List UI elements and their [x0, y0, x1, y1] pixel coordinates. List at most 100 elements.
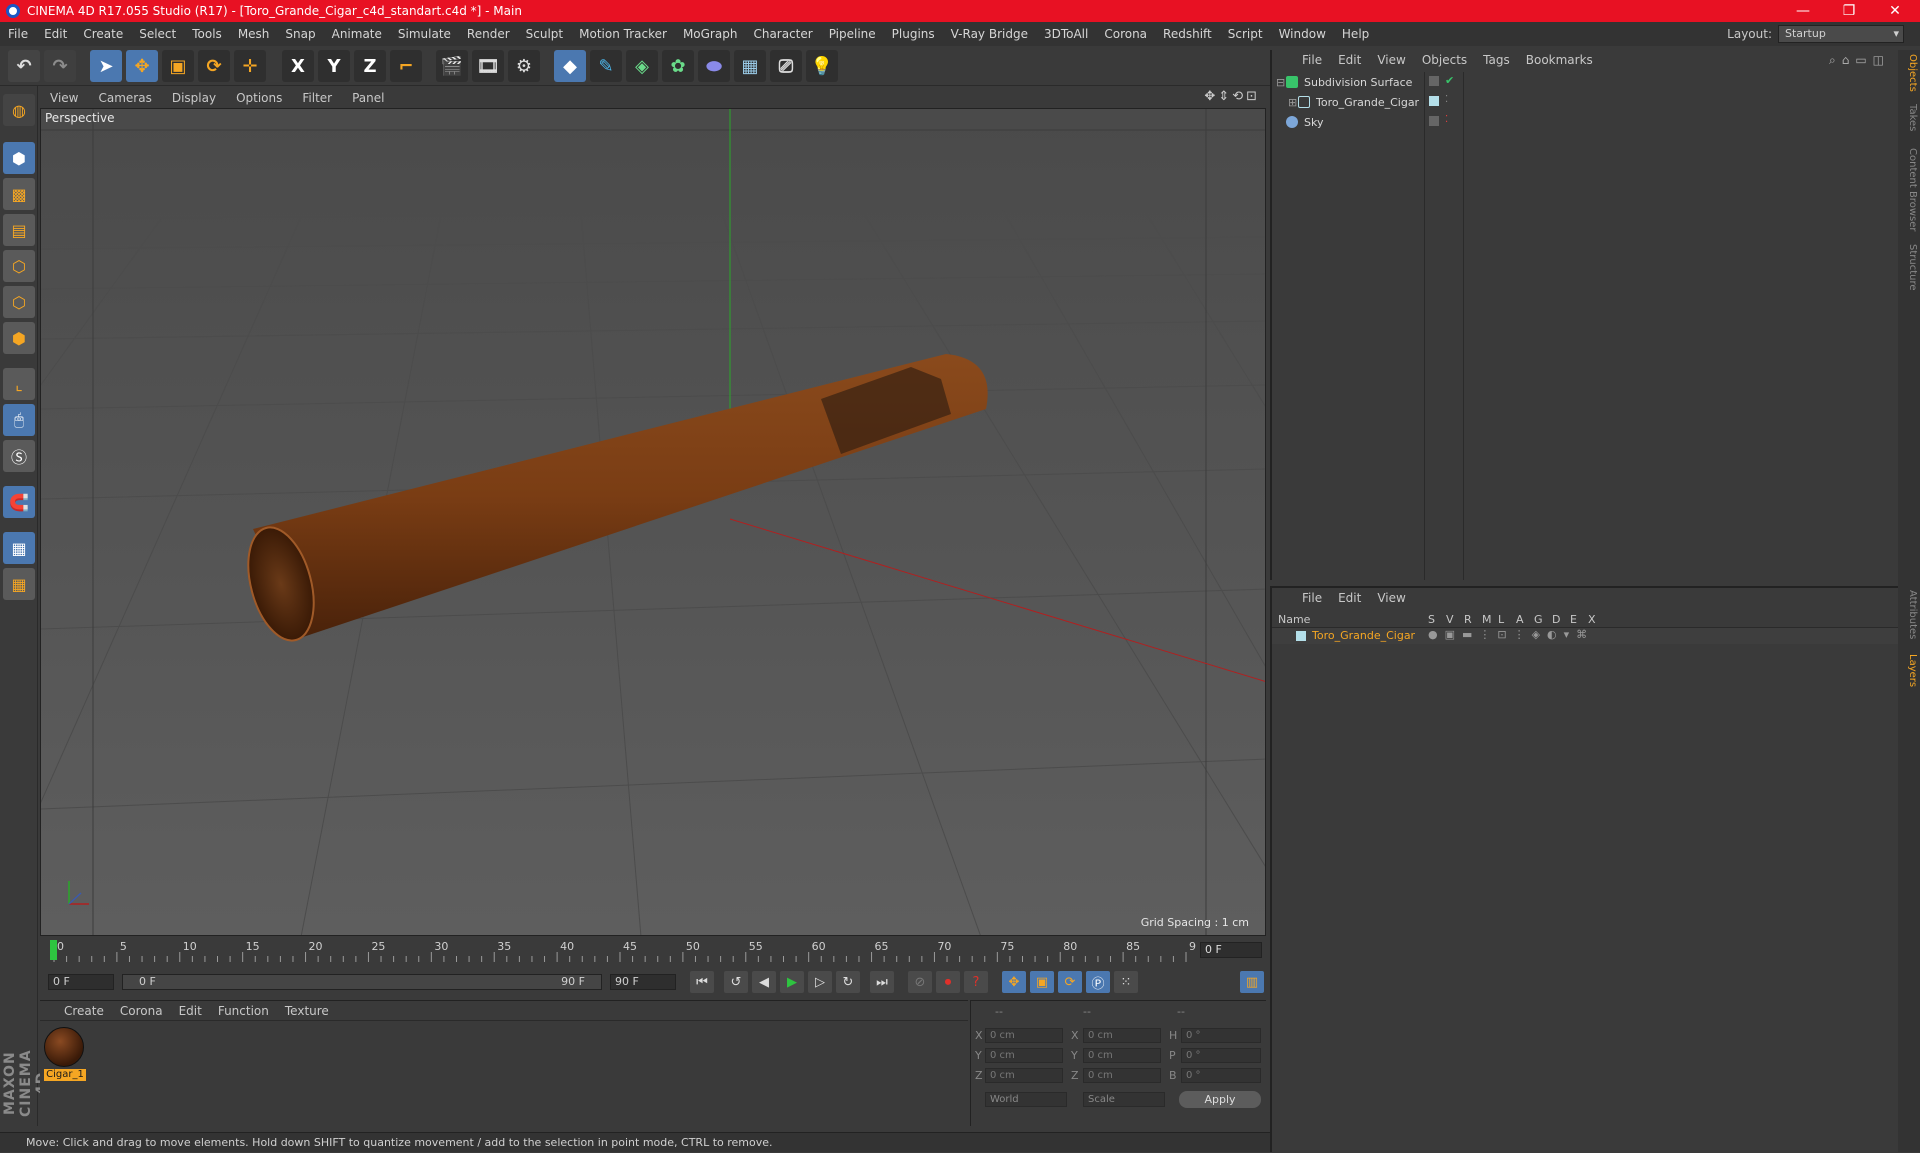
- menu-select[interactable]: Select: [131, 27, 184, 41]
- collapse-icon[interactable]: ⊟: [1276, 76, 1286, 89]
- close-button[interactable]: ✕: [1872, 0, 1918, 22]
- rot-b-field[interactable]: 0 °: [1181, 1068, 1261, 1083]
- object-row[interactable]: ⊞ Toro_Grande_Cigar: [1276, 92, 1424, 112]
- array-icon[interactable]: ✿: [662, 50, 694, 82]
- render-view-icon[interactable]: 🎬: [436, 50, 468, 82]
- spline-pen-icon[interactable]: ✎: [590, 50, 622, 82]
- menu-character[interactable]: Character: [745, 27, 820, 41]
- layer-color-swatch[interactable]: [1296, 631, 1306, 641]
- menu-edit[interactable]: Edit: [36, 27, 75, 41]
- viewport-menu-view[interactable]: View: [40, 91, 88, 105]
- column-render[interactable]: R: [1464, 613, 1472, 626]
- object-menu-file[interactable]: File: [1294, 53, 1330, 67]
- key-pla-icon[interactable]: ⁙: [1114, 971, 1138, 993]
- column-manager[interactable]: M: [1482, 613, 1492, 626]
- current-frame-field[interactable]: 0 F: [1200, 942, 1262, 958]
- key-rotation-icon[interactable]: ⟳: [1058, 971, 1082, 993]
- restore-button[interactable]: ❐: [1826, 0, 1872, 22]
- object-menu-objects[interactable]: Objects: [1414, 53, 1475, 67]
- visibility-dots-icon[interactable]: ⁚: [1445, 94, 1448, 105]
- size-x-field[interactable]: 0 cm: [1083, 1028, 1161, 1043]
- rotate-tool-icon[interactable]: ⟳: [198, 50, 230, 82]
- key-parameter-icon[interactable]: Ⓟ: [1086, 971, 1110, 993]
- menu-mograph[interactable]: MoGraph: [675, 27, 746, 41]
- previous-key-icon[interactable]: ↺: [724, 971, 748, 993]
- tab-content-browser[interactable]: Content Browser: [1900, 148, 1918, 231]
- size-mode-dropdown[interactable]: Scale: [1083, 1092, 1165, 1107]
- column-expressions[interactable]: E: [1570, 613, 1577, 626]
- go-to-start-icon[interactable]: ⏮: [690, 971, 714, 993]
- record-keys-disabled-icon[interactable]: ⊘: [908, 971, 932, 993]
- column-locked[interactable]: L: [1498, 613, 1504, 626]
- key-position-icon[interactable]: ✥: [1002, 971, 1026, 993]
- object-row[interactable]: ⊟ Subdivision Surface: [1276, 72, 1424, 92]
- layer-menu-view[interactable]: View: [1369, 591, 1413, 605]
- menu-sculpt[interactable]: Sculpt: [518, 27, 571, 41]
- next-frame-icon[interactable]: ▷: [808, 971, 832, 993]
- select-tool-icon[interactable]: ➤: [90, 50, 122, 82]
- pos-x-field[interactable]: 0 cm: [985, 1028, 1063, 1043]
- material-menu-create[interactable]: Create: [56, 1004, 112, 1018]
- cube-primitive-icon[interactable]: ◆: [554, 50, 586, 82]
- expand-icon[interactable]: ⊞: [1288, 96, 1298, 109]
- menu-motion-tracker[interactable]: Motion Tracker: [571, 27, 675, 41]
- redo-icon[interactable]: ↷: [44, 50, 76, 82]
- menu-pipeline[interactable]: Pipeline: [821, 27, 884, 41]
- menu-plugins[interactable]: Plugins: [884, 27, 943, 41]
- snap-icon[interactable]: 🧲: [3, 486, 35, 518]
- menu-corona[interactable]: Corona: [1096, 27, 1155, 41]
- menu-create[interactable]: Create: [75, 27, 131, 41]
- playhead-marker[interactable]: [50, 940, 57, 960]
- camera-icon[interactable]: ⎚: [770, 50, 802, 82]
- record-active-icon[interactable]: ⏺: [936, 971, 960, 993]
- menu-help[interactable]: Help: [1334, 27, 1377, 41]
- pos-y-field[interactable]: 0 cm: [985, 1048, 1063, 1063]
- tab-takes[interactable]: Takes: [1900, 104, 1918, 131]
- z-axis-lock[interactable]: Z: [354, 50, 386, 82]
- material-swatch[interactable]: Cigar_1: [44, 1027, 86, 1081]
- menu-simulate[interactable]: Simulate: [390, 27, 459, 41]
- go-to-end-icon[interactable]: ⏭: [870, 971, 894, 993]
- layer-icon[interactable]: [1429, 76, 1439, 86]
- light-icon[interactable]: 💡: [806, 50, 838, 82]
- viewport-menu-display[interactable]: Display: [162, 91, 226, 105]
- rot-p-field[interactable]: 0 °: [1181, 1048, 1261, 1063]
- column-deformers[interactable]: D: [1552, 613, 1560, 626]
- object-menu-edit[interactable]: Edit: [1330, 53, 1369, 67]
- column-xref[interactable]: X: [1588, 613, 1596, 626]
- planar-workplane-icon[interactable]: ▦: [3, 568, 35, 600]
- tab-attributes[interactable]: Attributes: [1900, 590, 1918, 639]
- key-scale-icon[interactable]: ▣: [1030, 971, 1054, 993]
- timeline[interactable]: 0 5 10 15 20 25 30 35 40 45 50 55 60 65 70 75 80 85 90 0 F: [40, 938, 1266, 966]
- column-animation[interactable]: A: [1516, 613, 1524, 626]
- visibility-dots-icon[interactable]: ⁚: [1445, 114, 1448, 125]
- tab-objects[interactable]: Objects: [1900, 54, 1918, 92]
- coordinate-system-icon[interactable]: ⌐: [390, 50, 422, 82]
- next-key-icon[interactable]: ↻: [836, 971, 860, 993]
- material-menu-texture[interactable]: Texture: [277, 1004, 337, 1018]
- apply-button[interactable]: Apply: [1179, 1091, 1261, 1108]
- timeline-window-icon[interactable]: ▥: [1240, 971, 1264, 993]
- polygons-mode-icon[interactable]: ⬢: [3, 322, 35, 354]
- menu-tools[interactable]: Tools: [184, 27, 230, 41]
- viewport-menu-filter[interactable]: Filter: [292, 91, 342, 105]
- range-slider[interactable]: 0 F 90 F: [122, 974, 602, 990]
- texture-mode-icon[interactable]: ▩: [3, 178, 35, 210]
- menu-file[interactable]: File: [0, 27, 36, 41]
- viewport-menu-panel[interactable]: Panel: [342, 91, 394, 105]
- end-frame-field[interactable]: 90 F: [610, 974, 676, 990]
- start-frame-field[interactable]: 0 F: [48, 974, 114, 990]
- rot-h-field[interactable]: 0 °: [1181, 1028, 1261, 1043]
- minimize-button[interactable]: —: [1780, 0, 1826, 22]
- previous-frame-icon[interactable]: ◀: [752, 971, 776, 993]
- menu-mesh[interactable]: Mesh: [230, 27, 278, 41]
- transform-tool-icon[interactable]: ✛: [234, 50, 266, 82]
- pos-z-field[interactable]: 0 cm: [985, 1068, 1063, 1083]
- layer-toggle-icons[interactable]: ●▣▬⋮⊡⋮◈◐▾⌘: [1428, 628, 1594, 641]
- solo-mode-icon[interactable]: Ⓢ: [3, 440, 35, 472]
- menu-script[interactable]: Script: [1220, 27, 1271, 41]
- undo-icon[interactable]: ↶: [8, 50, 40, 82]
- render-settings-icon[interactable]: ⚙: [508, 50, 540, 82]
- tab-layers[interactable]: Layers: [1900, 654, 1918, 687]
- column-solo[interactable]: S: [1428, 613, 1435, 626]
